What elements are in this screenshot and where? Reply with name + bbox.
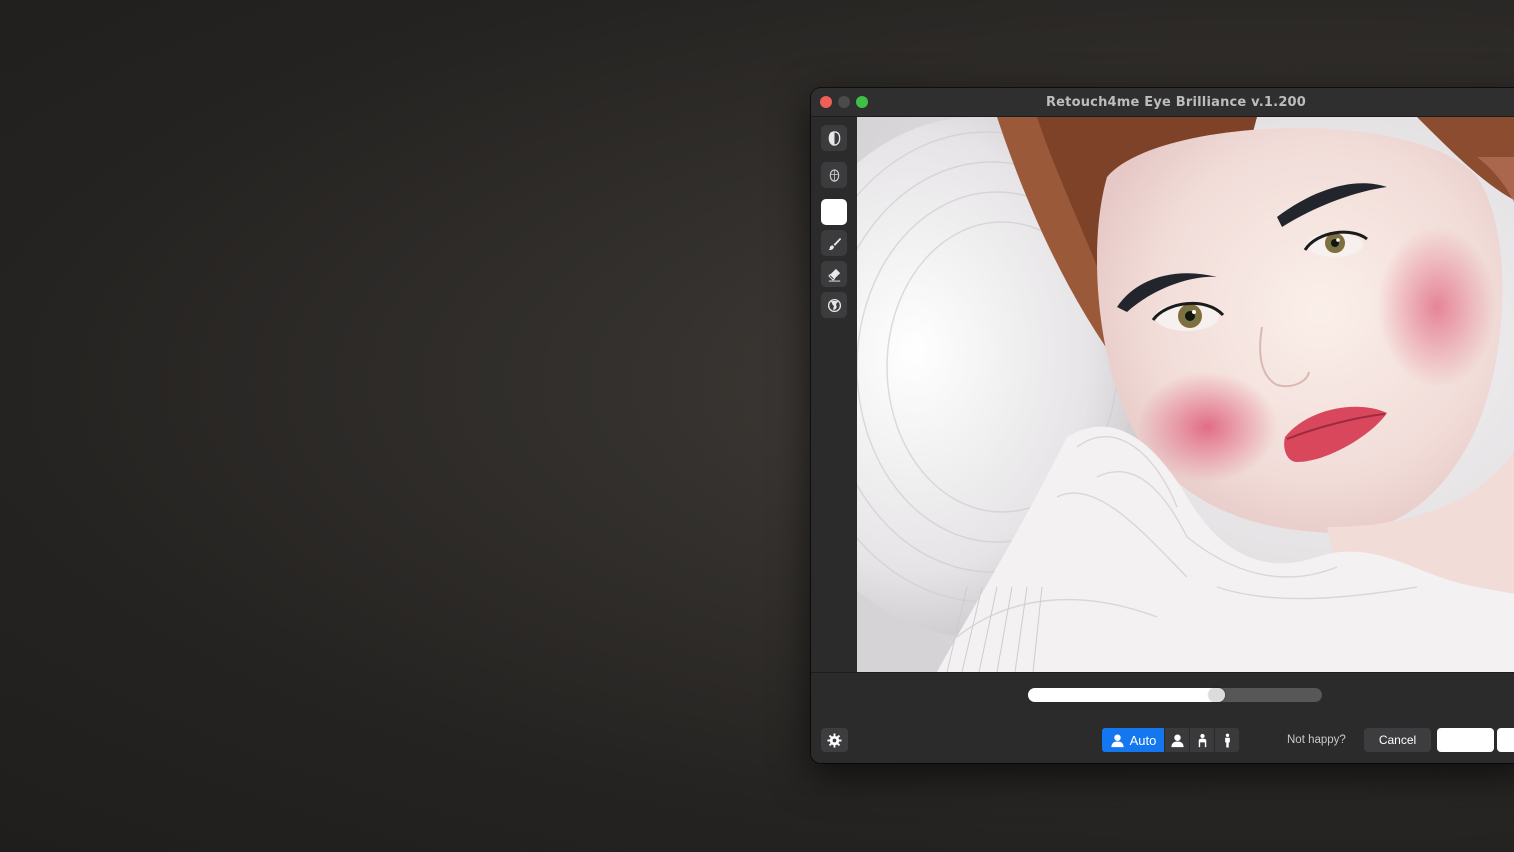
minimize-window-button[interactable] — [838, 96, 850, 108]
gear-icon — [827, 732, 842, 748]
cancel-button[interactable]: Cancel — [1364, 728, 1431, 752]
close-window-button[interactable] — [820, 96, 832, 108]
mask-tool-button[interactable] — [821, 125, 847, 151]
brush-tool-button[interactable] — [821, 230, 847, 256]
portrait-photo — [857, 117, 1514, 672]
face-tool-button[interactable] — [821, 162, 847, 188]
not-happy-link[interactable]: Not happy? — [1287, 734, 1346, 746]
person-icon — [1111, 734, 1124, 747]
mode-auto-label: Auto — [1129, 732, 1157, 748]
globe-tool-button[interactable] — [821, 292, 847, 318]
bottom-bar: Auto Not happy? Cancel — [811, 719, 1514, 763]
mask-icon — [828, 130, 840, 146]
mode-selector: Auto — [1102, 728, 1239, 752]
strength-slider-knob[interactable] — [1209, 688, 1225, 702]
color-swatch-button[interactable] — [821, 199, 847, 225]
tool-sidebar — [811, 117, 857, 672]
apply-button[interactable] — [1437, 728, 1494, 752]
settings-button[interactable] — [821, 728, 848, 752]
title-bar[interactable]: Retouch4me Eye Brilliance v.1.200 — [811, 88, 1514, 117]
window-title: Retouch4me Eye Brilliance v.1.200 — [1045, 95, 1307, 110]
globe-icon — [827, 298, 841, 312]
portrait-icon — [1170, 734, 1184, 747]
strength-slider[interactable] — [1028, 688, 1322, 702]
brush-icon — [827, 237, 841, 250]
face-icon — [829, 168, 839, 182]
strength-slider-bar — [811, 672, 1514, 720]
secondary-apply-button[interactable] — [1497, 728, 1514, 752]
half-body-icon — [1198, 733, 1206, 747]
mode-auto-button[interactable]: Auto — [1102, 728, 1164, 752]
eraser-icon — [827, 268, 840, 282]
mode-full-body-button[interactable] — [1215, 728, 1239, 752]
maximize-window-button[interactable] — [856, 96, 868, 108]
mode-portrait-button[interactable] — [1165, 728, 1189, 752]
strength-slider-fill — [1028, 688, 1225, 702]
full-body-icon — [1224, 733, 1230, 748]
mode-half-body-button[interactable] — [1190, 728, 1214, 752]
photo-canvas[interactable] — [857, 117, 1514, 672]
app-window: Retouch4me Eye Brilliance v.1.200 Auto N… — [811, 88, 1514, 763]
eraser-tool-button[interactable] — [821, 261, 847, 287]
